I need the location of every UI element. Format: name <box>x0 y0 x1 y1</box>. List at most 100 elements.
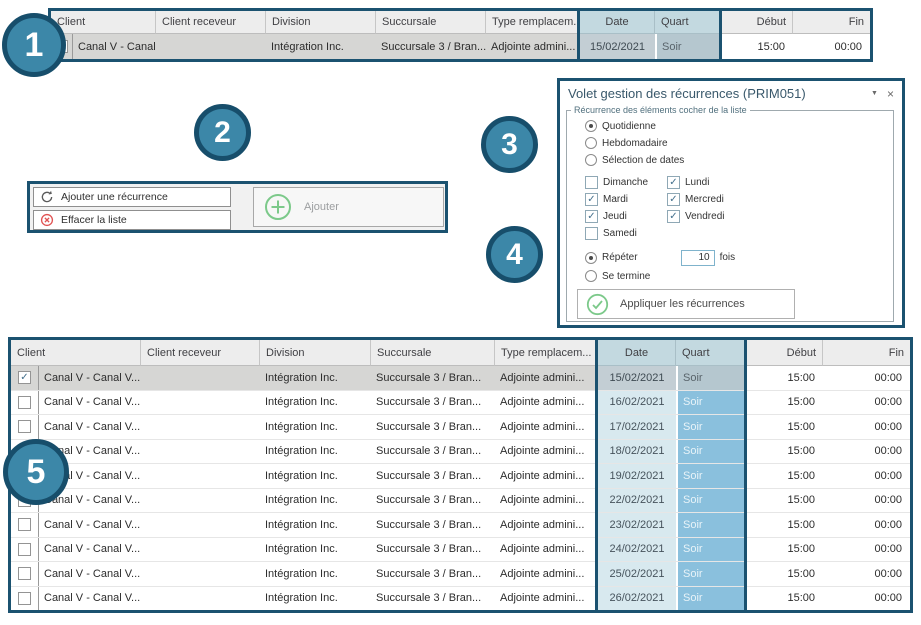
column-header-d-but[interactable]: Début <box>720 11 793 34</box>
table-row[interactable]: Canal V - Canal V...Intégration Inc.Succ… <box>11 562 910 587</box>
cell-succursale: Succursale 3 / Bran... <box>371 366 495 390</box>
recurrence-list-table-header: ClientClient receveurDivisionSuccursaleT… <box>11 340 910 366</box>
refresh-icon <box>40 190 54 204</box>
frequency-radio-quotidienne[interactable] <box>585 120 597 132</box>
cell-division: Intégration Inc. <box>260 391 371 415</box>
column-header-succursale[interactable]: Succursale <box>376 11 486 34</box>
table-row[interactable]: Canal V - Canal V...Intégration Inc.Succ… <box>11 538 910 563</box>
cell-fin: 00:00 <box>823 562 910 586</box>
add-button[interactable]: Ajouter <box>253 187 444 227</box>
weekday-checkbox-mardi[interactable] <box>585 193 598 206</box>
recurrence-groupbox: Récurrence des éléments cocher de la lis… <box>566 110 894 322</box>
frequency-radio-s-lection-de-dates[interactable] <box>585 154 597 166</box>
column-header-date[interactable]: Date <box>580 11 655 34</box>
cell-quart: Soir <box>676 464 745 488</box>
column-header-date[interactable]: Date <box>598 340 676 366</box>
cell-date: 24/02/2021 <box>598 538 676 562</box>
cell-client: Canal V - Canal V... <box>39 587 141 611</box>
column-header-quart[interactable]: Quart <box>655 11 720 34</box>
repeat-count-input[interactable] <box>681 250 715 266</box>
cell-fin: 00:00 <box>823 513 910 537</box>
row-checkbox-cell <box>11 513 39 537</box>
cell-quart: Soir <box>676 587 745 611</box>
cell-fin: 00:00 <box>823 440 910 464</box>
column-header-fin[interactable]: Fin <box>793 11 870 34</box>
row-checkbox[interactable] <box>18 592 31 605</box>
table-row[interactable]: Canal V - Canal V...Intégration Inc.Succ… <box>51 34 870 59</box>
cell-client-receveur <box>141 513 260 537</box>
table-row[interactable]: Canal V - Canal V...Intégration Inc.Succ… <box>11 464 910 489</box>
cell-client-receveur <box>141 587 260 611</box>
row-checkbox[interactable] <box>18 518 31 531</box>
weekday-checkbox-vendredi[interactable] <box>667 210 680 223</box>
weekday-label: Lundi <box>685 177 709 188</box>
column-header-fin[interactable]: Fin <box>823 340 910 366</box>
cell-division: Intégration Inc. <box>260 464 371 488</box>
table-row[interactable]: Canal V - Canal V...Intégration Inc.Succ… <box>11 415 910 440</box>
row-checkbox[interactable] <box>18 396 31 409</box>
cell-type-remplacement: Adjointe admini... <box>495 587 598 611</box>
table-row[interactable]: Canal V - Canal V...Intégration Inc.Succ… <box>11 366 910 391</box>
cell-client: Canal V - Canal V... <box>39 391 141 415</box>
frequency-options: QuotidienneHebdomadaireSélection de date… <box>575 119 885 167</box>
weekday-checkbox-jeudi[interactable] <box>585 210 598 223</box>
end-radio[interactable] <box>585 270 597 282</box>
cell-date: 25/02/2021 <box>598 562 676 586</box>
weekday-checkbox-dimanche[interactable] <box>585 176 598 189</box>
weekday-checkbox-lundi[interactable] <box>667 176 680 189</box>
column-header-division[interactable]: Division <box>260 340 371 366</box>
column-header-client[interactable]: Client <box>11 340 141 366</box>
cell-quart: Soir <box>676 562 745 586</box>
column-header-client[interactable]: Client <box>51 11 156 34</box>
cell-debut: 15:00 <box>745 538 823 562</box>
column-header-quart[interactable]: Quart <box>676 340 745 366</box>
weekday-checkbox-samedi[interactable] <box>585 227 598 240</box>
row-checkbox[interactable] <box>18 543 31 556</box>
weekday-checkbox-mercredi[interactable] <box>667 193 680 206</box>
row-checkbox[interactable] <box>18 371 31 384</box>
table-row[interactable]: Canal V - Canal V...Intégration Inc.Succ… <box>11 391 910 416</box>
weekday-option: Mercredi <box>667 191 885 208</box>
check-circle-icon <box>586 293 609 316</box>
apply-button-label: Appliquer les récurrences <box>620 298 745 310</box>
cell-quart: Soir <box>676 391 745 415</box>
add-recurrence-button[interactable]: Ajouter une récurrence <box>33 187 231 207</box>
cell-division: Intégration Inc. <box>260 366 371 390</box>
cell-client-receveur <box>141 440 260 464</box>
column-header-d-but[interactable]: Début <box>745 340 823 366</box>
repeat-label: Répéter <box>602 252 638 263</box>
cell-type-remplacement: Adjointe admini... <box>495 464 598 488</box>
apply-recurrences-button[interactable]: Appliquer les récurrences <box>577 289 795 319</box>
panel-close-icon[interactable]: × <box>887 88 894 100</box>
row-checkbox[interactable] <box>18 420 31 433</box>
row-checkbox[interactable] <box>18 567 31 580</box>
frequency-label: Hebdomadaire <box>602 138 668 149</box>
cell-succursale: Succursale 3 / Bran... <box>371 513 495 537</box>
cell-debut: 15:00 <box>745 440 823 464</box>
column-header-division[interactable]: Division <box>266 11 376 34</box>
column-header-succursale[interactable]: Succursale <box>371 340 495 366</box>
column-header-type-remplacem-[interactable]: Type remplacem... <box>486 11 580 34</box>
plus-circle-icon <box>264 193 292 221</box>
table-row[interactable]: Canal V - Canal V...Intégration Inc.Succ… <box>11 587 910 611</box>
table-row[interactable]: Canal V - Canal V...Intégration Inc.Succ… <box>11 440 910 465</box>
panel-dropdown-icon[interactable]: ▼ <box>871 90 878 97</box>
repeat-radio[interactable] <box>585 252 597 264</box>
frequency-radio-hebdomadaire[interactable] <box>585 137 597 149</box>
column-header-type-remplacem-[interactable]: Type remplacem... <box>495 340 598 366</box>
cell-client: Canal V - Canal V... <box>39 513 141 537</box>
frequency-option: Quotidienne <box>585 119 885 133</box>
cell-type-remplacement: Adjointe admini... <box>495 415 598 439</box>
table-row[interactable]: Canal V - Canal V...Intégration Inc.Succ… <box>11 513 910 538</box>
table-row[interactable]: Canal V - Canal V...Intégration Inc.Succ… <box>11 489 910 514</box>
clear-list-button[interactable]: Effacer la liste <box>33 210 231 230</box>
cell-succursale: Succursale 3 / Bran... <box>371 440 495 464</box>
cell-division: Intégration Inc. <box>260 562 371 586</box>
weekday-label: Jeudi <box>603 211 627 222</box>
cell-quart: Soir <box>676 513 745 537</box>
cell-fin: 00:00 <box>823 587 910 611</box>
groupbox-legend: Récurrence des éléments cocher de la lis… <box>571 105 750 115</box>
add-recurrence-label: Ajouter une récurrence <box>61 191 168 203</box>
column-header-client-receveur[interactable]: Client receveur <box>141 340 260 366</box>
column-header-client-receveur[interactable]: Client receveur <box>156 11 266 34</box>
